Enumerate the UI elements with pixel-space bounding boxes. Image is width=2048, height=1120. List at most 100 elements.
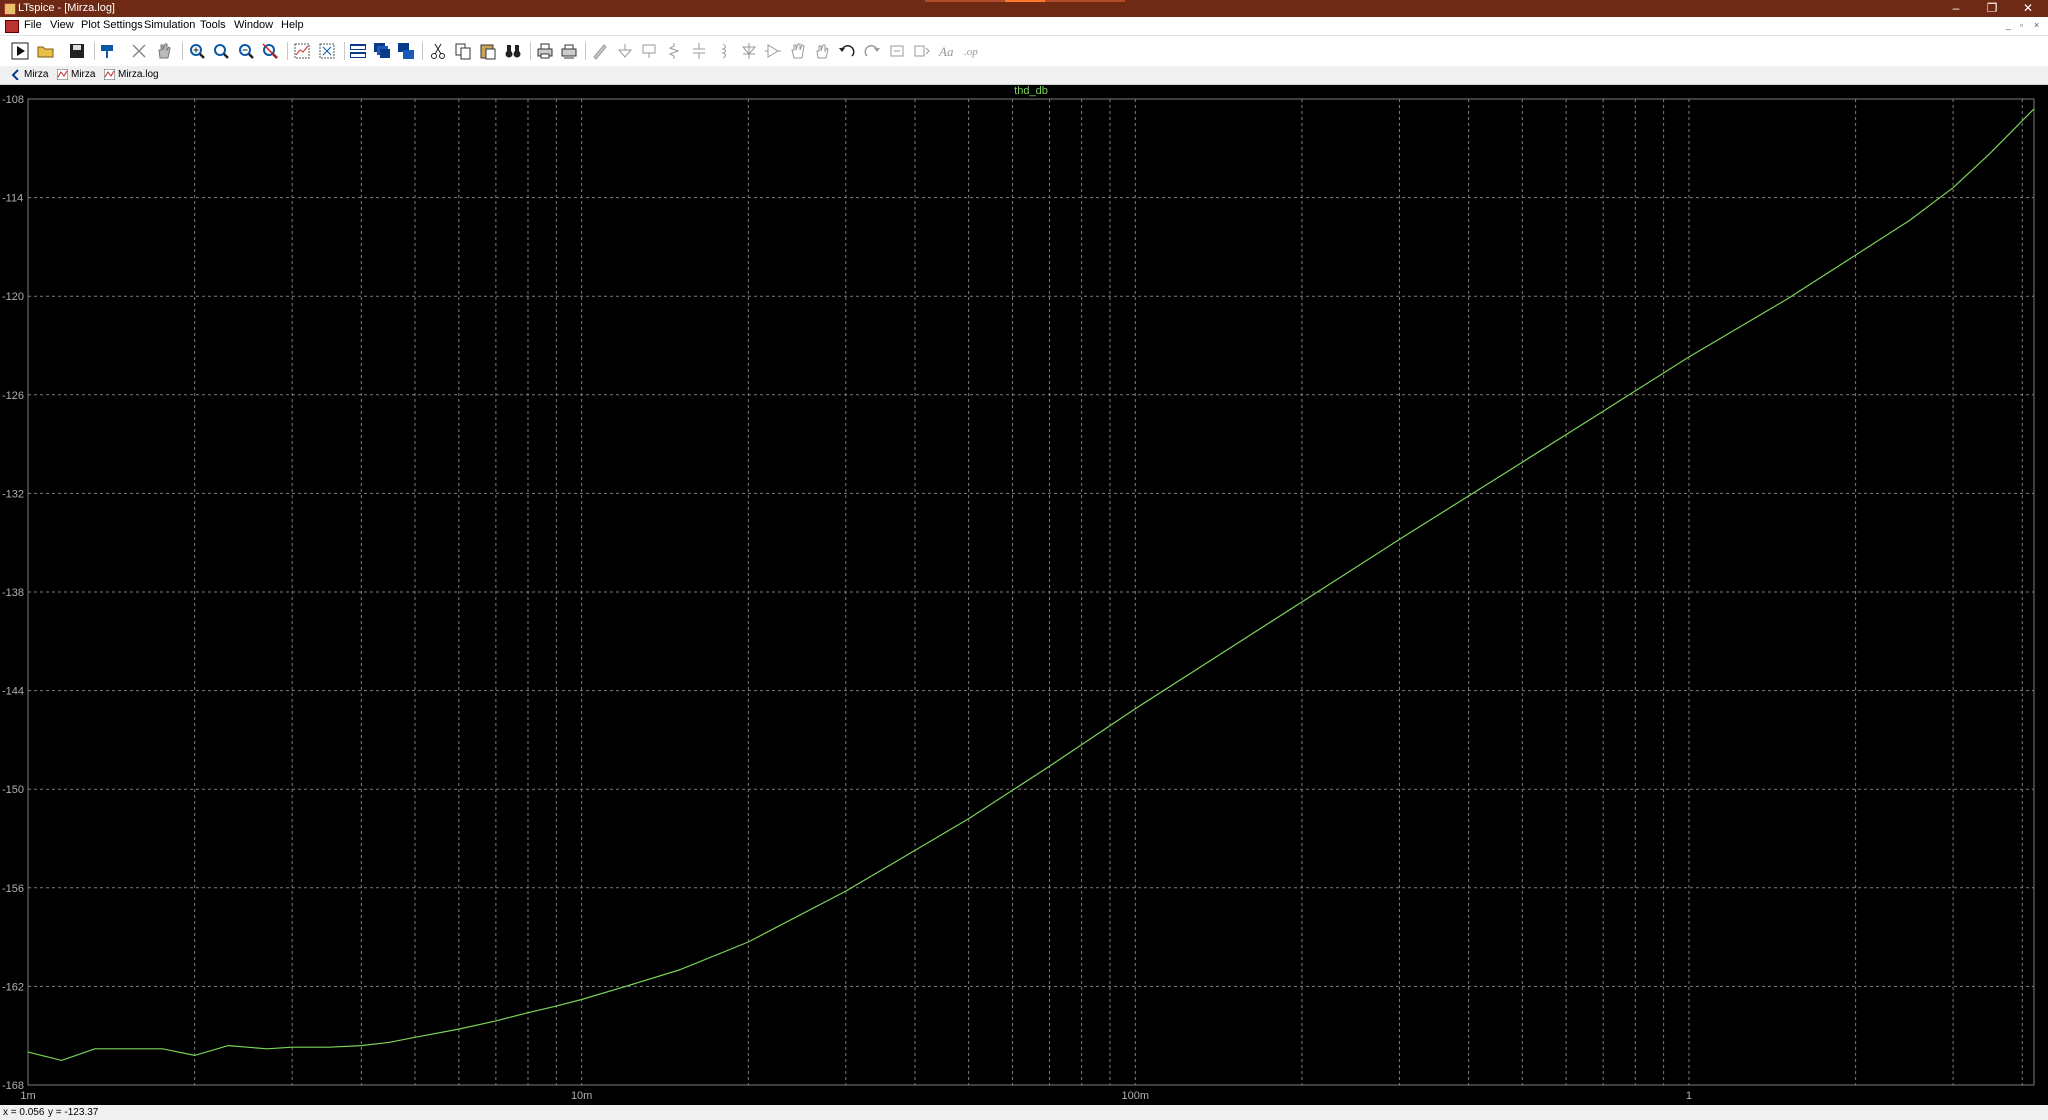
menu-plot-settings[interactable]: Plot Settings — [81, 17, 143, 34]
document-tab-bar: Mirza Mirza Mirza.log — [0, 66, 2048, 85]
spice-directive-button[interactable]: .op — [961, 40, 983, 62]
toolbar-separator — [530, 42, 531, 60]
capacitor-button[interactable] — [688, 40, 710, 62]
menu-simulation[interactable]: Simulation — [144, 17, 195, 34]
scissors-probe-icon — [132, 44, 146, 58]
y-tick-label: -162 — [2, 981, 24, 993]
copy-button[interactable] — [452, 40, 474, 62]
restore-button[interactable]: ❐ — [1974, 0, 2010, 17]
autorange-button[interactable] — [291, 40, 313, 62]
run-button[interactable] — [9, 40, 31, 62]
x-tick-label: 100m — [1122, 1090, 1150, 1102]
zoom-out-button[interactable] — [235, 40, 257, 62]
label-button[interactable] — [638, 40, 660, 62]
trace-line — [27, 108, 2035, 1062]
diode-button[interactable] — [738, 40, 760, 62]
x-tick-label: 1 — [1686, 1090, 1692, 1102]
open-button[interactable] — [35, 40, 57, 62]
drag-hand-icon — [816, 44, 829, 59]
y-tick-label: -108 — [2, 94, 24, 106]
menu-view[interactable]: View — [50, 17, 74, 34]
component-button[interactable] — [762, 40, 784, 62]
inductor-button[interactable] — [713, 40, 735, 62]
paste-icon — [480, 44, 496, 60]
toolbar-separator — [422, 42, 423, 60]
menu-tools[interactable]: Tools — [200, 17, 226, 34]
zoom-area-button[interactable] — [210, 40, 232, 62]
waveform-icon — [104, 69, 115, 80]
capacitor-icon — [693, 43, 705, 59]
zoom-extents-button[interactable] — [316, 40, 338, 62]
menu-window[interactable]: Window — [234, 17, 273, 34]
y-tick-label: -150 — [2, 784, 24, 796]
plot-canvas[interactable]: -108 -114 -120 -126 -132 -138 -144 -150 -156 -162… — [0, 85, 2048, 1105]
minimize-button[interactable]: – — [1938, 0, 1974, 17]
scissors-icon — [431, 43, 445, 59]
status-bar: x = 0.056 y = -123.37 — [0, 1105, 2048, 1120]
ground-button[interactable] — [614, 40, 636, 62]
toolbar-separator — [94, 42, 95, 60]
text-icon: Aa — [938, 44, 954, 59]
window-title: LTspice - [Mirza.log] — [18, 2, 115, 14]
mirror-icon — [914, 45, 930, 57]
save-button[interactable] — [66, 40, 88, 62]
net-label-icon — [642, 44, 656, 58]
zoom-in-button[interactable] — [186, 40, 208, 62]
find-button[interactable] — [502, 40, 524, 62]
halt-button[interactable] — [128, 40, 150, 62]
y-tick-label: -138 — [2, 587, 24, 599]
undo-icon — [839, 45, 855, 57]
control-panel-button[interactable] — [98, 40, 120, 62]
pan-button[interactable] — [153, 40, 175, 62]
tile-horizontal-button[interactable] — [347, 40, 369, 62]
redo-icon — [864, 45, 880, 57]
zoom-area-icon — [214, 44, 229, 59]
save-icon — [70, 44, 84, 58]
zoom-in-icon — [190, 44, 205, 59]
close-button[interactable]: ✕ — [2010, 0, 2046, 17]
zoom-fit-button[interactable] — [259, 40, 281, 62]
rotate-button[interactable] — [886, 40, 908, 62]
component-icon — [765, 44, 781, 58]
cut-button[interactable] — [427, 40, 449, 62]
drag-button[interactable] — [811, 40, 833, 62]
cursor-y-readout: y = -123.37 — [48, 1107, 99, 1118]
paste-button[interactable] — [477, 40, 499, 62]
mdi-minimize-button[interactable]: _ — [2006, 20, 2011, 30]
ltspice-app-icon — [4, 3, 16, 15]
document-icon[interactable] — [5, 20, 19, 33]
undo-button[interactable] — [836, 40, 858, 62]
resistor-button[interactable] — [663, 40, 685, 62]
svg-text:.op: .op — [964, 46, 978, 58]
zoom-out-icon — [239, 44, 254, 59]
hammer-icon — [101, 45, 113, 58]
y-tick-label: -120 — [2, 291, 24, 303]
mdi-restore-button[interactable]: ▫ — [2020, 20, 2023, 30]
tab-mirza-log[interactable]: Mirza.log — [102, 67, 178, 83]
rotate-icon — [890, 45, 904, 57]
hand-icon — [158, 43, 171, 59]
resistor-icon — [668, 43, 680, 59]
cascade-button[interactable] — [371, 40, 393, 62]
tab-label: Mirza.log — [118, 69, 159, 80]
title-bar: LTspice - [Mirza.log] – ❐ ✕ — [0, 0, 2048, 17]
waveform-viewer[interactable]: -108 -114 -120 -126 -132 -138 -144 -150 -156 -162… — [0, 85, 2048, 1105]
wire-button[interactable] — [589, 40, 611, 62]
tile-vertical-icon — [398, 43, 414, 59]
menu-help[interactable]: Help — [281, 17, 304, 34]
toolbar-separator — [287, 42, 288, 60]
tile-horizontal-icon — [350, 44, 366, 58]
text-button[interactable]: Aa — [936, 40, 958, 62]
cursor-x-readout: x = 0.056 — [3, 1107, 45, 1118]
tile-vertical-button[interactable] — [395, 40, 417, 62]
print-setup-button[interactable] — [558, 40, 580, 62]
cascade-icon — [374, 43, 390, 58]
print-button[interactable] — [534, 40, 556, 62]
redo-button[interactable] — [861, 40, 883, 62]
menu-file[interactable]: File — [24, 17, 42, 34]
tab-label: Mirza — [71, 69, 96, 80]
mdi-close-button[interactable]: × — [2034, 20, 2039, 30]
mirror-button[interactable] — [911, 40, 933, 62]
schematic-icon — [11, 69, 19, 80]
move-button[interactable] — [787, 40, 809, 62]
